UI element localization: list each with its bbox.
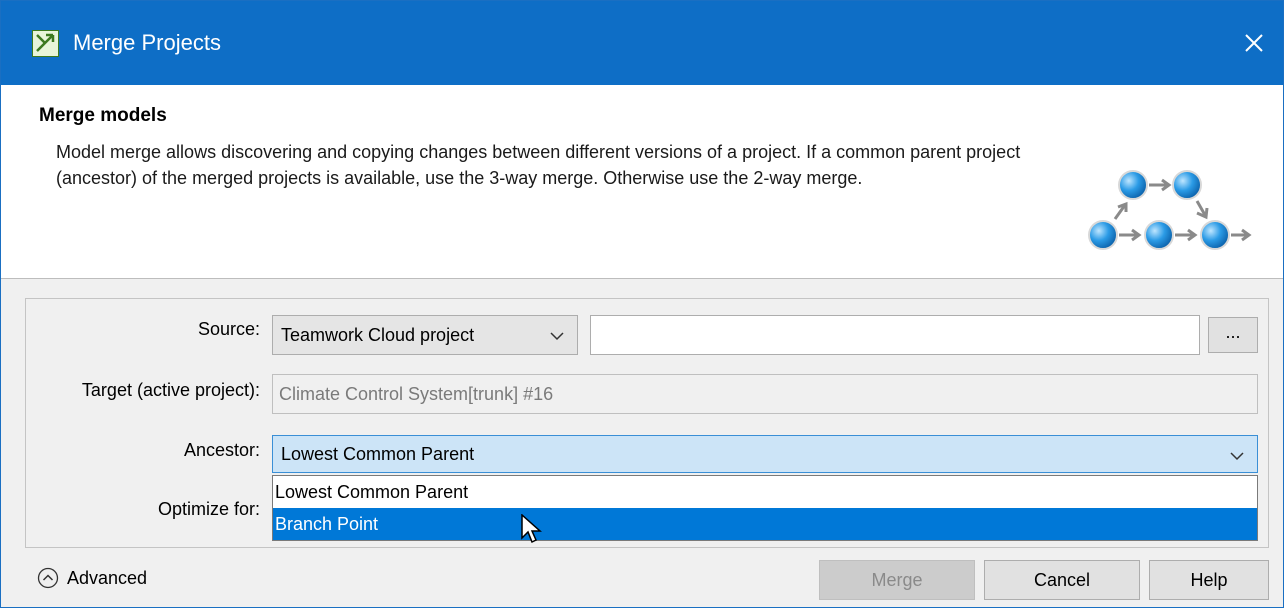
advanced-toggle[interactable]: Advanced bbox=[37, 567, 147, 589]
title-bar: Merge Projects bbox=[1, 1, 1283, 85]
window-title: Merge Projects bbox=[73, 30, 221, 55]
mouse-pointer-icon bbox=[521, 514, 542, 544]
source-type-value: Teamwork Cloud project bbox=[281, 324, 475, 345]
close-button[interactable] bbox=[1225, 15, 1283, 71]
chevron-down-icon bbox=[550, 332, 564, 341]
ancestor-selected-value: Lowest Common Parent bbox=[281, 443, 475, 464]
advanced-label: Advanced bbox=[67, 567, 148, 588]
merge-projects-dialog: Merge Projects Merge models Model merge … bbox=[0, 0, 1284, 608]
dropdown-option-lowest-common-parent[interactable]: Lowest Common Parent bbox=[273, 476, 1257, 508]
optimize-label: Optimize for: bbox=[157, 499, 260, 519]
merge-app-icon bbox=[32, 30, 59, 57]
merge-button[interactable]: Merge bbox=[819, 560, 975, 600]
help-button[interactable]: Help bbox=[1149, 560, 1269, 600]
target-project-field: Climate Control System[trunk] #16 bbox=[272, 374, 1258, 414]
merge-options-panel: Source: Teamwork Cloud project ... Targe… bbox=[25, 298, 1269, 548]
header-panel: Merge models Model merge allows discover… bbox=[1, 85, 1283, 279]
browse-button[interactable]: ... bbox=[1208, 317, 1258, 353]
ancestor-combo[interactable]: Lowest Common Parent bbox=[272, 435, 1258, 473]
header-title: Merge models bbox=[39, 105, 167, 126]
source-label: Source: bbox=[197, 319, 260, 339]
dropdown-option-branch-point[interactable]: Branch Point bbox=[273, 508, 1257, 540]
source-type-combo[interactable]: Teamwork Cloud project bbox=[272, 315, 578, 355]
header-description: Model merge allows discovering and copyi… bbox=[56, 142, 1021, 188]
target-label: Target (active project): bbox=[81, 380, 260, 400]
ancestor-dropdown-list: Lowest Common Parent Branch Point bbox=[272, 475, 1258, 544]
close-icon bbox=[1245, 34, 1263, 52]
chevron-up-circle-icon bbox=[37, 567, 59, 589]
source-project-field[interactable] bbox=[590, 315, 1200, 355]
cancel-button[interactable]: Cancel bbox=[984, 560, 1140, 600]
ancestor-label: Ancestor: bbox=[183, 440, 260, 460]
merge-flow-graphic bbox=[1088, 170, 1252, 250]
chevron-down-icon bbox=[1230, 452, 1244, 461]
